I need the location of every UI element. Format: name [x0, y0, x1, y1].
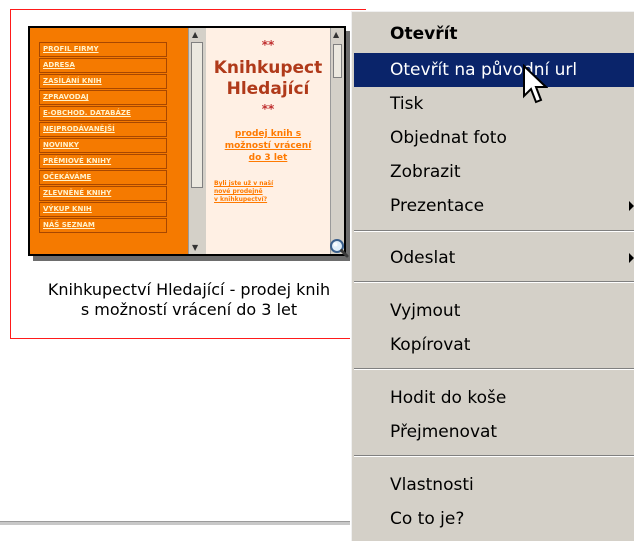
menu-item-rename[interactable]: Přejmenovat [354, 415, 634, 449]
thumbnail-nav-panel: PROFIL FIRMY ADRESA ZASÍLÁNÍ KNIH ZPRAVO… [30, 28, 188, 254]
scroll-up-icon: ▲ [333, 30, 340, 39]
menu-item-presentation[interactable]: Prezentace [354, 189, 634, 223]
thumbnail-nav-item: PRÉMIOVÉ KNIHY [39, 154, 167, 169]
caption-line: s možností vrácení do 3 let [80, 300, 298, 319]
caption-line: Knihkupectví Hledající - prodej knih [47, 280, 331, 299]
menu-item-label: Odeslat [390, 248, 456, 268]
menu-item-view[interactable]: Zobrazit [354, 155, 634, 189]
context-menu: Otevřít Otevřít na původní url Tisk Obje… [350, 10, 634, 541]
thumbnail-tile[interactable]: PROFIL FIRMY ADRESA ZASÍLÁNÍ KNIH ZPRAVO… [10, 9, 366, 339]
thumbnail-content-panel: ** Knihkupect Hledající ** prodej knih s… [206, 28, 330, 254]
menu-item-open-original-url[interactable]: Otevřít na původní url [354, 53, 634, 87]
menu-item-properties[interactable]: Vlastnosti [354, 468, 634, 502]
thumbnail-subtitle-line: prodej knih s [234, 129, 302, 139]
menu-item-order-photo[interactable]: Objednat foto [354, 121, 634, 155]
thumbnail-nav-list: PROFIL FIRMY ADRESA ZASÍLÁNÍ KNIH ZPRAVO… [39, 42, 167, 234]
menu-item-whats-this[interactable]: Co to je? [354, 502, 634, 536]
thumbnail-subtitle: prodej knih s možností vrácení do 3 let [206, 128, 330, 164]
thumbnail-nav-item: NEJPRODÁVANĚJŠÍ [39, 122, 167, 137]
thumbnail-nav-item: ZASÍLÁNÍ KNIH [39, 74, 167, 89]
thumbnail-caption: Knihkupectví Hledající - prodej knih s m… [11, 280, 367, 320]
mouse-pointer-icon [523, 64, 548, 104]
menu-item-cut[interactable]: Vyjmout [354, 294, 634, 328]
thumbnail-subtitle-line: možností vrácení [224, 141, 312, 151]
thumbnail-small-line: nové prodejně [214, 188, 263, 195]
thumbnail-scrollbar-left: ▲ ▼ [188, 28, 206, 254]
scroll-thumb [191, 42, 203, 188]
thumbnail-nav-item: E-OBCHOD. DATABÁZE [39, 106, 167, 121]
menu-separator [354, 368, 634, 370]
menu-item-open[interactable]: Otevřít [354, 17, 634, 51]
thumbnail-nav-item: NÁŠ SEZNAM [39, 218, 167, 233]
thumbnail-title-line2: Hledající [226, 79, 310, 99]
thumbnail-nav-item: OČEKÁVÁME [39, 170, 167, 185]
scroll-thumb [333, 44, 342, 78]
thumbnail-small-text: Byli jste už v naší nové prodejně v knih… [206, 180, 330, 204]
menu-item-move-to-trash[interactable]: Hodit do koše [354, 381, 634, 415]
scroll-down-icon: ▼ [192, 243, 199, 252]
submenu-arrow-icon [629, 253, 634, 263]
thumbnail-nav-item: ADRESA [39, 58, 167, 73]
thumbnail-stars: ** [261, 38, 275, 52]
submenu-arrow-icon [629, 201, 634, 211]
thumbnail-image[interactable]: PROFIL FIRMY ADRESA ZASÍLÁNÍ KNIH ZPRAVO… [28, 26, 346, 256]
menu-item-label: Prezentace [390, 196, 485, 216]
thumbnail-nav-item: NOVINKY [39, 138, 167, 153]
menu-separator [354, 230, 634, 232]
magnifier-icon[interactable] [329, 238, 349, 258]
thumbnail-small-line: Byli jste už v naší [214, 180, 274, 187]
menu-item-print[interactable]: Tisk [354, 87, 634, 121]
thumbnail-nav-item: PROFIL FIRMY [39, 42, 167, 57]
bottom-divider [0, 521, 356, 525]
menu-separator [354, 455, 634, 457]
thumbnail-nav-item: VÝKUP KNIH [39, 202, 167, 217]
thumbnail-small-line: v knihkupectví? [214, 196, 268, 203]
menu-separator [354, 281, 634, 283]
thumbnail-scrollbar-right: ▲ ▼ [330, 28, 344, 254]
thumbnail-title-line1: Knihkupect [213, 58, 323, 78]
scroll-up-icon: ▲ [192, 30, 199, 39]
thumbnail-subtitle-line: do 3 let [248, 153, 288, 163]
thumbnail-stars: ** [261, 102, 275, 116]
thumbnail-nav-item: ZLEVNĚNÉ KNIHY [39, 186, 167, 201]
menu-item-send[interactable]: Odeslat [354, 241, 634, 275]
menu-item-copy[interactable]: Kopírovat [354, 328, 634, 362]
thumbnail-nav-item: ZPRAVODAJ [39, 90, 167, 105]
